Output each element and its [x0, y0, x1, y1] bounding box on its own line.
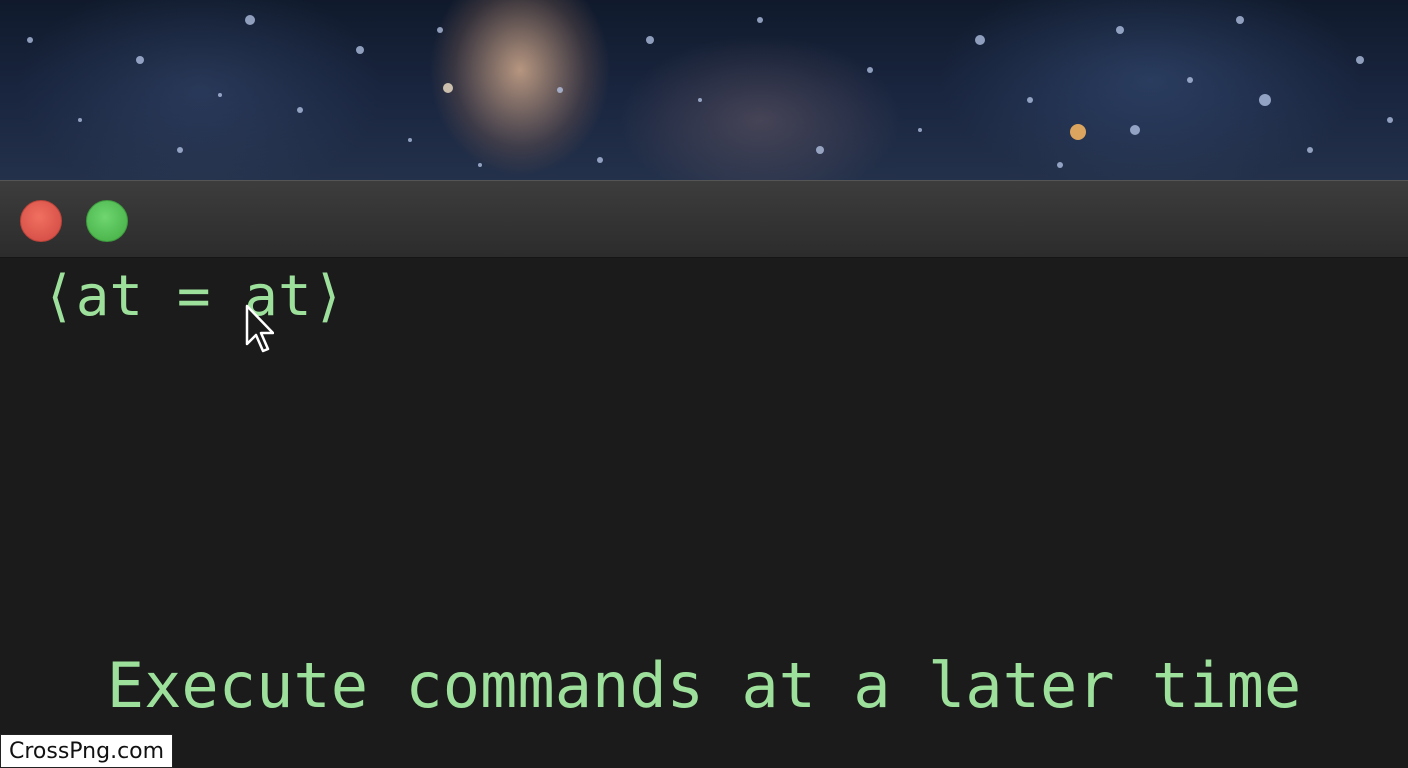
watermark: CrossPng.com — [0, 734, 174, 768]
star-field — [27, 15, 1393, 168]
close-button[interactable] — [20, 200, 62, 242]
starry-sky-background — [0, 0, 1408, 180]
screen: ⟨at = at⟩ Execute commands at a later ti… — [0, 0, 1408, 768]
zoom-button[interactable] — [86, 200, 128, 242]
terminal-window[interactable]: ⟨at = at⟩ Execute commands at a later ti… — [0, 180, 1408, 768]
terminal-content[interactable]: ⟨at = at⟩ Execute commands at a later ti… — [0, 258, 1408, 768]
mouse-pointer-icon — [245, 304, 274, 353]
title-bar[interactable] — [0, 180, 1408, 258]
command-line-text: ⟨at = at⟩ — [42, 264, 346, 329]
caption-text: Execute commands at a later time — [106, 649, 1302, 722]
